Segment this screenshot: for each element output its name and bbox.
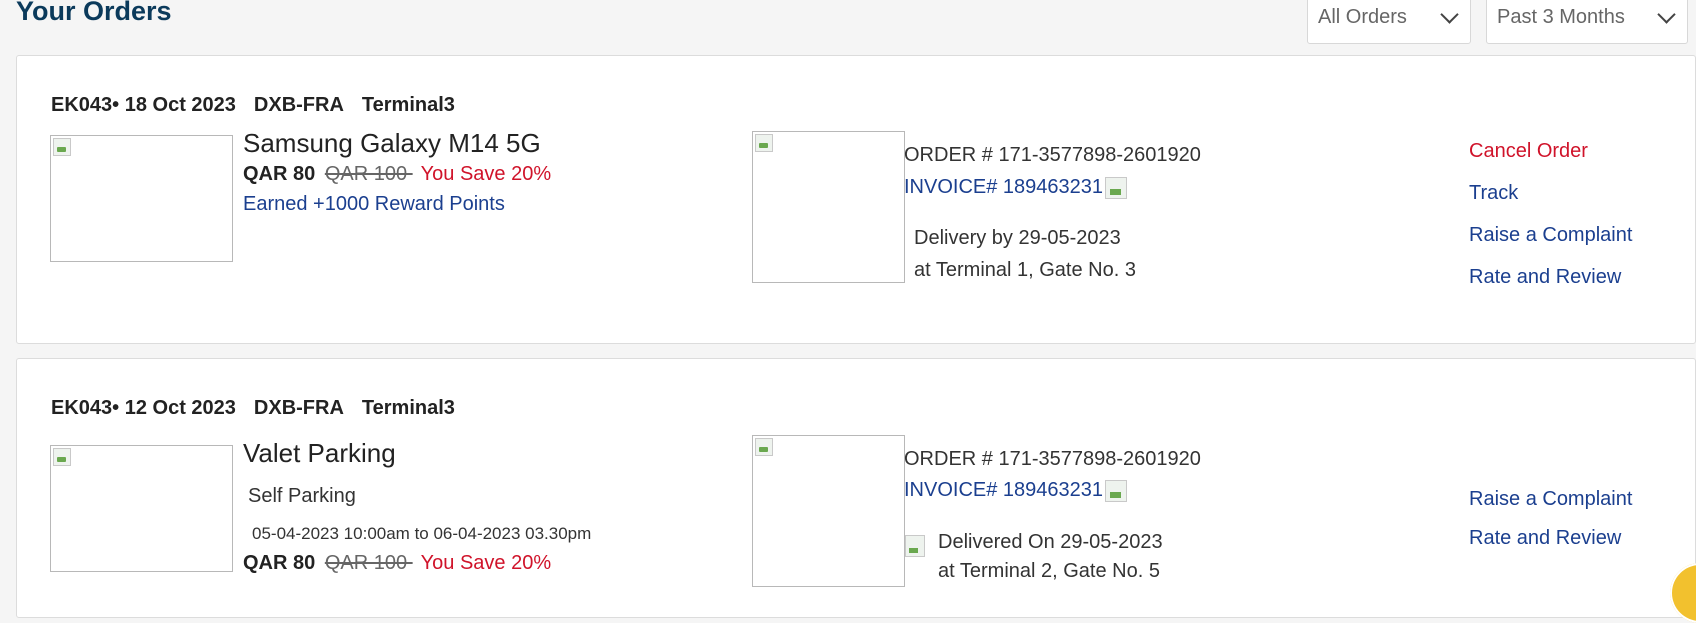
broken-image-icon [755, 438, 773, 456]
order-card: EK043• 12 Oct 2023 DXB-FRA Terminal3 Valet… [16, 358, 1696, 618]
delivery-status: Delivered On 29-05-2023 [938, 531, 1163, 553]
service-type: Self Parking [248, 485, 356, 507]
price-line: QAR 80 QAR 100 You Save 20% [243, 552, 551, 575]
track-link[interactable]: Track [1469, 182, 1518, 205]
price: QAR 80 [243, 552, 316, 574]
invoice-link[interactable]: INVOICE# 189463231 [904, 479, 1128, 502]
time-period-dropdown[interactable]: Past 3 Months [1486, 0, 1688, 44]
flight-info: EK043• 12 Oct 2023 DXB-FRA Terminal3 [51, 397, 473, 420]
flight-number-date: EK043• 18 Oct 2023 [51, 94, 236, 116]
delivery-location: at Terminal 2, Gate No. 5 [938, 560, 1160, 582]
broken-image-icon [755, 134, 773, 152]
flight-number-date: EK043• 12 Oct 2023 [51, 397, 236, 419]
flight-route: DXB-FRA [253, 94, 344, 116]
time-period-value: Past 3 Months [1497, 5, 1625, 28]
savings: You Save 20% [420, 163, 552, 185]
download-icon[interactable] [1105, 480, 1128, 502]
order-type-value: All Orders [1318, 5, 1407, 28]
raise-complaint-link[interactable]: Raise a Complaint [1469, 224, 1632, 247]
order-image [752, 131, 905, 283]
raise-complaint-link[interactable]: Raise a Complaint [1469, 488, 1632, 511]
broken-image-icon [53, 448, 71, 466]
order-card: EK043• 18 Oct 2023 DXB-FRA Terminal3 Samsu… [16, 55, 1696, 344]
product-name[interactable]: Samsung Galaxy M14 5G [243, 128, 541, 159]
flight-terminal: Terminal3 [361, 94, 455, 116]
price: QAR 80 [243, 163, 316, 185]
delivery-location: at Terminal 1, Gate No. 3 [914, 259, 1136, 281]
original-price: QAR 100 [324, 552, 413, 574]
rate-review-link[interactable]: Rate and Review [1469, 527, 1621, 550]
service-duration: 05-04-2023 10:00am to 06-04-2023 03.30pm [252, 524, 592, 543]
flight-terminal: Terminal3 [361, 397, 455, 419]
invoice-number: INVOICE# 189463231 [904, 479, 1104, 501]
invoice-link[interactable]: INVOICE# 189463231 [904, 176, 1128, 199]
invoice-number: INVOICE# 189463231 [904, 176, 1104, 198]
order-image [752, 435, 905, 587]
delivery-status: Delivery by 29-05-2023 [914, 227, 1121, 249]
order-number: ORDER # 171-3577898-2601920 [904, 448, 1201, 470]
delivered-status-icon [905, 535, 925, 557]
chevron-down-icon [1657, 4, 1676, 24]
cancel-order-link[interactable]: Cancel Order [1469, 140, 1588, 163]
product-image[interactable] [50, 445, 233, 572]
product-image[interactable] [50, 135, 233, 262]
order-number: ORDER # 171-3577898-2601920 [904, 144, 1201, 166]
download-icon[interactable] [1105, 177, 1128, 199]
reward-points: Earned +1000 Reward Points [243, 193, 505, 215]
price-line: QAR 80 QAR 100 You Save 20% [243, 163, 551, 186]
rate-review-link[interactable]: Rate and Review [1469, 266, 1621, 289]
chevron-down-icon [1440, 4, 1459, 24]
flight-info: EK043• 18 Oct 2023 DXB-FRA Terminal3 [51, 94, 473, 117]
order-type-dropdown[interactable]: All Orders [1307, 0, 1471, 44]
product-name[interactable]: Valet Parking [243, 438, 396, 469]
flight-route: DXB-FRA [253, 397, 344, 419]
savings: You Save 20% [420, 552, 552, 574]
broken-image-icon [53, 138, 71, 156]
original-price: QAR 100 [324, 163, 413, 185]
page-title: Your Orders [16, 0, 172, 26]
